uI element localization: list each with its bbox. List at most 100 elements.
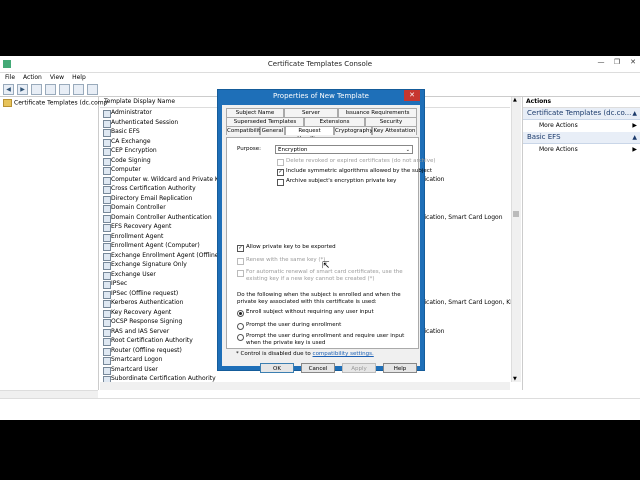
allow-export-checkbox[interactable]: ✓ [237,245,244,252]
tab-compatibility[interactable]: Compatibility [226,126,264,135]
template-name: Root Certification Authority [111,337,193,344]
auto-renew-checkbox[interactable] [237,270,244,277]
template-name: RAS and IAS Server [111,327,170,335]
desktop-screen: Certificate Templates Console — ❐ ✕ File… [0,56,640,420]
tab-cryptography[interactable]: Cryptography [334,126,373,135]
renew-same-key-label: Renew with the same key (*) [246,257,326,263]
allow-export-label: Allow private key to be exported [246,244,336,250]
ok-button[interactable]: OK [260,363,294,373]
console-tree-pane: Certificate Templates (dc.comp [0,97,107,390]
purpose-label: Purpose: [237,146,261,152]
menu-action[interactable]: Action [23,72,42,83]
archive-key-checkbox[interactable] [277,179,284,186]
scroll-up-icon[interactable]: ▲ [513,97,517,103]
actions-section-basic-efs[interactable]: Basic EFS ▲ [523,132,640,144]
help-button[interactable]: Help [383,363,417,373]
template-name: Router (Offline request) [111,346,182,354]
prompt-and-require-label: Prompt the user during enrollment and re… [246,333,405,346]
chevron-right-icon: ▶ [632,146,637,153]
menu-view[interactable]: View [50,72,64,83]
template-name: Administrator [111,109,152,116]
mouse-cursor-icon: ⇱ [322,261,330,271]
chevron-right-icon: ▶ [632,122,637,129]
template-name: EFS Recovery Agent [111,223,172,230]
more-actions-link[interactable]: More Actions ▶ [523,120,640,132]
menu-file[interactable]: File [5,72,15,83]
close-window-button[interactable]: ✕ [628,58,638,66]
tab-subject-name[interactable]: Subject Name [226,108,284,117]
template-name: Enrollment Agent (Computer) [111,242,200,249]
template-name: Domain Controller [111,204,166,211]
cancel-button[interactable]: Cancel [301,363,335,373]
forward-arrow-icon[interactable]: ▶ [17,84,28,95]
help-icon[interactable] [73,84,84,95]
list-horizontal-scrollbar[interactable] [100,382,510,390]
template-name: Basic EFS [111,128,140,135]
status-bar [0,398,640,420]
apply-button[interactable]: Apply [342,363,376,373]
template-name: Subordinate Certification Authority [111,375,216,382]
folder-icon [3,99,12,107]
more-actions-link[interactable]: More Actions ▶ [523,144,640,156]
tab-general[interactable]: General [260,126,285,135]
tab-server[interactable]: Server [284,108,338,117]
scroll-down-icon[interactable]: ▼ [513,376,517,382]
compatibility-note: * Control is disabled due to compatibili… [236,351,374,357]
prompt-and-require-radio[interactable] [237,334,244,341]
tab-row-2: Superseded Templates Extensions Security [226,117,417,126]
actions-pane: Actions Certificate Templates (dc.co... ▲… [522,97,640,390]
menu-bar: File Action View Help [0,72,640,83]
scroll-thumb[interactable] [513,211,519,217]
collapse-icon[interactable]: ▲ [632,132,637,143]
template-name: Smartcard Logon [111,356,163,363]
chevron-down-icon: ⌄ [405,147,410,153]
include-symmetric-checkbox[interactable]: ✓ [277,169,284,176]
prompt-during-enrollment-label: Prompt the user during enrollment [246,322,342,328]
tab-row-1: Subject Name Server Issuance Requirement… [226,108,417,117]
enroll-instructions: Do the following when the subject is enr… [237,292,401,305]
template-name: Computer [111,166,141,173]
collapse-icon[interactable]: ▲ [632,108,637,119]
minimize-button[interactable]: — [596,58,606,66]
renew-same-key-checkbox[interactable] [237,258,244,265]
include-symmetric-label: Include symmetric algorithms allowed by … [286,168,432,174]
enroll-without-input-label: Enroll subject without requiring any use… [246,309,374,315]
purpose-select[interactable]: Encryption ⌄ [275,145,413,154]
tab-security[interactable]: Security [365,117,417,126]
action-pane-icon[interactable] [87,84,98,95]
template-name: Exchange User [111,270,156,278]
column-template-display-name[interactable]: Template Display Name [104,97,175,107]
enroll-without-input-radio[interactable] [237,310,244,317]
template-name: IPSec [111,280,128,287]
template-name: Computer w. Wildcard and Private Key [111,175,226,183]
properties-icon[interactable] [45,84,56,95]
dialog-title: Properties of New Template [272,92,369,100]
actions-section-certificate-templates[interactable]: Certificate Templates (dc.co... ▲ [523,108,640,120]
back-arrow-icon[interactable]: ◀ [3,84,14,95]
request-handling-panel: Purpose: Encryption ⌄ Delete revoked or … [226,137,435,349]
tab-extensions[interactable]: Extensions [304,117,365,126]
delete-revoked-checkbox[interactable] [277,159,284,166]
menu-help[interactable]: Help [72,72,86,83]
template-name: CA Exchange [111,137,151,145]
dialog-close-button[interactable]: ✕ [404,90,420,101]
template-name: Exchange Enrollment Agent (Offline requ [111,251,234,259]
prompt-during-enrollment-radio[interactable] [237,323,244,330]
actions-header: Actions [523,97,640,108]
tab-key-attestation[interactable]: Key Attestation [372,126,417,135]
template-name: IPSec (Offline request) [111,289,179,297]
list-vertical-scrollbar[interactable]: ▲ ▼ [511,97,521,382]
tab-request-handling[interactable]: Request Handling [285,126,334,142]
compatibility-settings-link[interactable]: compatibility settings. [313,351,374,357]
template-name: OCSP Response Signing [111,318,183,325]
show-tree-icon[interactable] [31,84,42,95]
refresh-icon[interactable] [59,84,70,95]
tab-issuance-requirements[interactable]: Issuance Requirements [338,108,417,117]
maximize-button[interactable]: ❐ [612,58,622,66]
template-name: Smartcard User [111,365,158,373]
tree-item-certificate-templates[interactable]: Certificate Templates (dc.comp [3,99,107,107]
more-actions-label: More Actions [539,122,578,129]
tab-superseded-templates[interactable]: Superseded Templates [226,117,304,126]
template-name: Directory Email Replication [111,194,193,202]
window-titlebar: Certificate Templates Console — ❐ ✕ [0,56,640,73]
